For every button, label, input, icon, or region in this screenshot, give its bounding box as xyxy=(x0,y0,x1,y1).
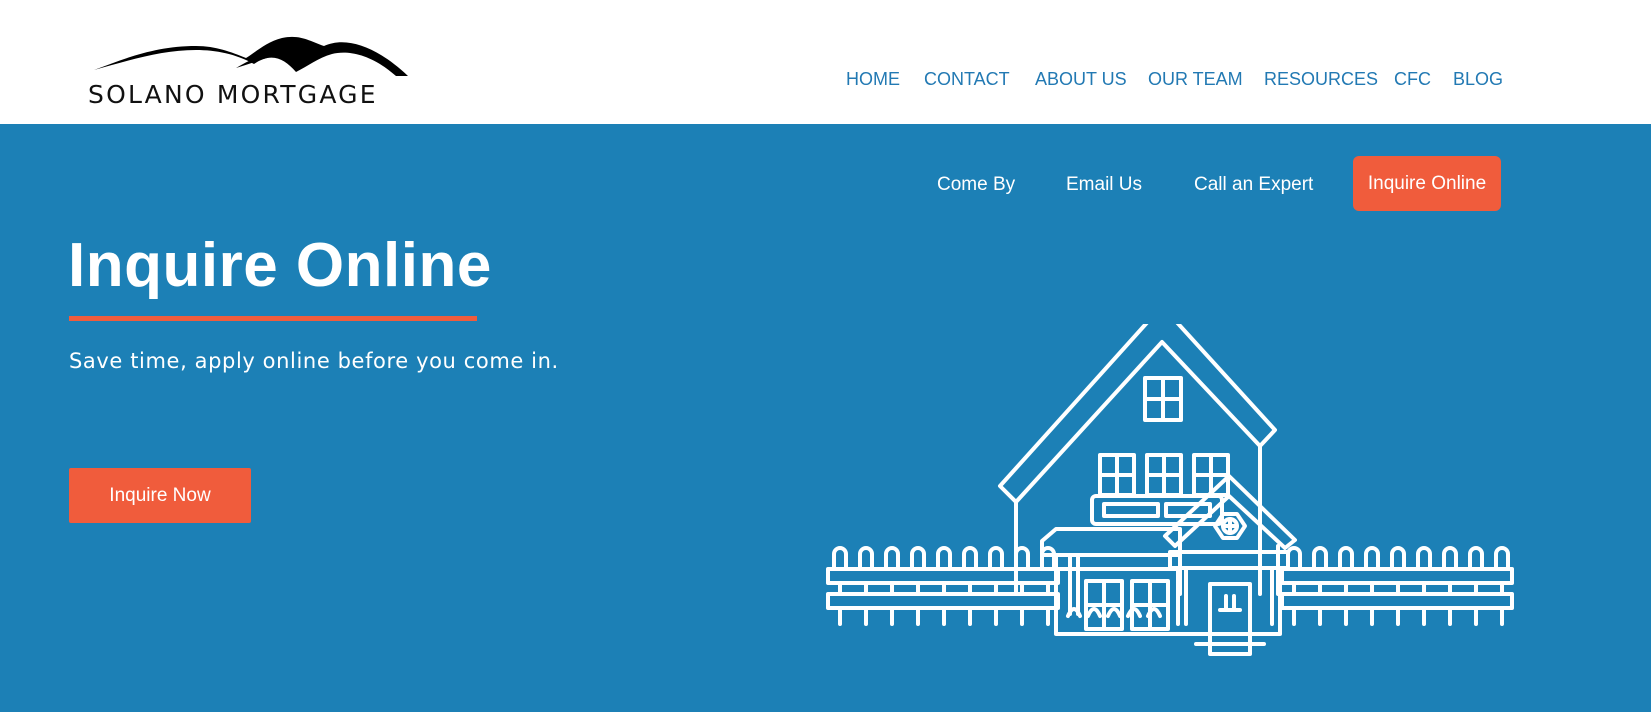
come-by-link[interactable]: Come By xyxy=(937,174,1015,196)
page-title: Inquire Online xyxy=(68,231,492,300)
site-header: SOLANO MORTGAGE HOME CONTACT ABOUT US OU… xyxy=(0,0,1651,124)
hero-section: Come By Email Us Call an Expert Inquire … xyxy=(0,124,1651,712)
nav-resources[interactable]: RESOURCES xyxy=(1264,69,1378,90)
nav-home[interactable]: HOME xyxy=(846,69,900,90)
main-nav: HOME CONTACT ABOUT US OUR TEAM RESOURCES… xyxy=(0,69,1651,91)
inquire-now-button[interactable]: Inquire Now xyxy=(69,468,251,523)
nav-about-us[interactable]: ABOUT US xyxy=(1035,69,1127,90)
title-underline xyxy=(69,316,477,321)
hero-subtitle: Save time, apply online before you come … xyxy=(69,349,559,373)
nav-contact[interactable]: CONTACT xyxy=(924,69,1010,90)
inquire-online-button[interactable]: Inquire Online xyxy=(1353,156,1501,211)
call-expert-link[interactable]: Call an Expert xyxy=(1194,174,1313,196)
house-with-fence-illustration xyxy=(826,324,1514,656)
email-us-link[interactable]: Email Us xyxy=(1066,174,1142,196)
nav-blog[interactable]: BLOG xyxy=(1453,69,1503,90)
nav-our-team[interactable]: OUR TEAM xyxy=(1148,69,1243,90)
nav-cfc[interactable]: CFC xyxy=(1394,69,1431,90)
